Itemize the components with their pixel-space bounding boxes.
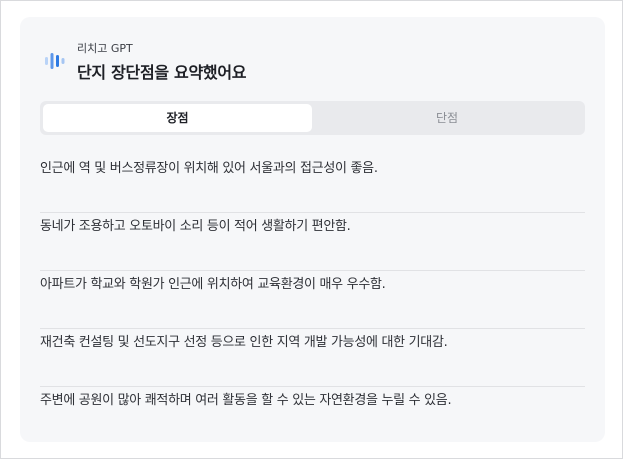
list-item: 아파트가 학교와 학원가 인근에 위치하여 교육환경이 매우 우수함. [40,271,585,329]
brand-label: 리치고 GPT [77,42,133,55]
voice-wave-icon [45,53,65,69]
list-item: 주변에 공원이 많아 쾌적하며 여러 활동을 할 수 있는 자연환경을 누릴 수… [40,393,452,408]
list-item: 인근에 역 및 버스정류장이 위치해 있어 서울과의 접근성이 좋음. [40,155,585,213]
pros-cons-tabs: 장점 단점 [40,101,585,135]
tab-pros[interactable]: 장점 [43,104,312,132]
summary-card: 리치고 GPT 단지 장단점을 요약했어요 장점 단점 인근에 역 및 버스정류… [20,17,605,442]
list-item: 동네가 조용하고 오토바이 소리 등이 적어 생활하기 편안함. [40,213,585,271]
pros-list: 인근에 역 및 버스정류장이 위치해 있어 서울과의 접근성이 좋음. 동네가 … [40,155,585,445]
list-item: 재건축 컨설팅 및 선도지구 선정 등으로 인한 지역 개발 가능성에 대한 기… [40,329,585,387]
card-title: 단지 장단점을 요약했어요 [77,63,247,82]
tab-cons[interactable]: 단점 [312,104,582,132]
page-frame: 리치고 GPT 단지 장단점을 요약했어요 장점 단점 인근에 역 및 버스정류… [0,0,623,459]
